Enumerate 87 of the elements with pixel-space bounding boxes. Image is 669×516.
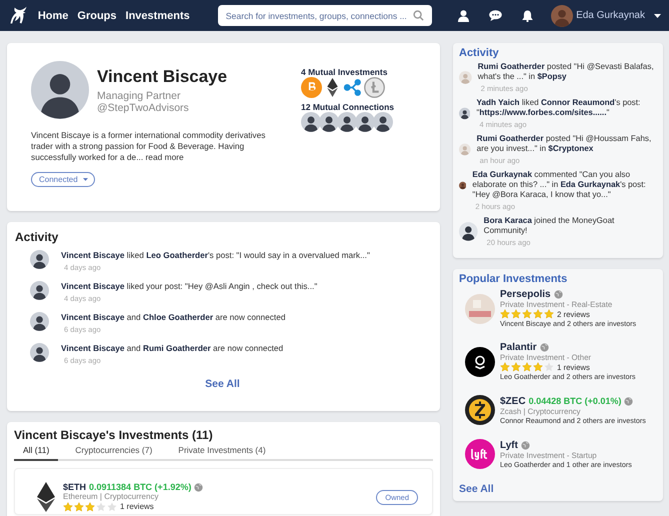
- activity-text: Eda Gurkaynak commented "Can you also elaborate on this? ..." in Eda Gurkaynak's post: "Hey @Bora Karaca, I know that yo...": [472, 170, 647, 200]
- caret-down-icon: [82, 178, 88, 181]
- star-icon: [500, 309, 510, 319]
- person-avatar: [30, 250, 49, 269]
- connection-avatar: [355, 112, 375, 132]
- notification-bell-icon[interactable]: [522, 10, 534, 22]
- star-icon: [74, 502, 84, 512]
- star-icon: [511, 309, 521, 319]
- star-icon: [544, 362, 554, 372]
- user-icon[interactable]: [458, 10, 470, 22]
- price-change: 0.04428 BTC (+0.01%): [528, 396, 622, 406]
- activity-text: Vincent Biscaye and Rumi Goatherder are now connected: [61, 343, 284, 354]
- profile-avatar: [31, 61, 89, 119]
- star-icon: [544, 309, 554, 319]
- star-icon: [533, 309, 543, 319]
- investment-category: Ethereum | Cryptocurrency: [63, 492, 160, 502]
- star-icon: [96, 502, 106, 512]
- activity-text: Vincent Biscaye liked Leo Goatherder's post: "I would say in a overvalued mark...": [61, 250, 370, 261]
- bitcoin-coin-icon: [301, 77, 322, 98]
- connection-avatar: [373, 112, 393, 132]
- see-all-link[interactable]: See All: [205, 378, 240, 390]
- read-more-link[interactable]: read more: [146, 152, 184, 162]
- connection-avatar: [319, 112, 339, 132]
- globe-icon: [540, 343, 549, 352]
- activity-text: Bora Karaca joined the MoneyGoat Community!: [484, 216, 616, 236]
- user-avatar: [551, 4, 574, 26]
- profile-name: Vincent Biscaye: [97, 66, 228, 86]
- review-count: 1 reviews: [120, 502, 154, 512]
- tab[interactable]: Cryptocurrencies (7): [66, 443, 162, 461]
- search-field[interactable]: Search for investments, groups, connections ...: [218, 5, 432, 26]
- star-icon: [533, 362, 543, 372]
- activity-text: Vincent Biscaye liked your post: "Hey @Asli Angin , check out this...": [61, 281, 318, 292]
- company-handle: @StepTwoAdvisors: [97, 102, 190, 114]
- star-icon: [522, 362, 532, 372]
- ethereum-diamond-icon: [37, 482, 55, 512]
- see-all-link[interactable]: See All: [459, 483, 494, 495]
- section-title: Popular Investments: [459, 273, 568, 285]
- activity-text: Yadh Yaich liked Connor Reaumond's post: "https://www.forbes.com/sites......": [476, 98, 642, 118]
- photo-placeholder: [465, 294, 495, 324]
- investment-name[interactable]: Persepolis: [500, 289, 551, 300]
- star-icon: [85, 502, 95, 512]
- profile-bio: Vincent Biscaye is a former international commodity derivatives trader with a strong passion for Food & Beverage. Having successfully worked for a de... read more: [31, 130, 266, 163]
- globe-icon: [520, 440, 530, 450]
- globe-icon: [624, 396, 634, 406]
- section-title: Activity: [15, 230, 60, 244]
- activity-text: Vincent Biscaye and Chloe Goatherder are now connected: [61, 312, 286, 323]
- section-title: Vincent Biscaye's Investments (11): [14, 428, 214, 442]
- caret-down-icon: [654, 14, 661, 18]
- person-avatar: [30, 343, 49, 362]
- tab[interactable]: All (11): [14, 443, 58, 461]
- person-avatar: [459, 222, 478, 241]
- mutual-investments-title: 4 Mutual Investments: [301, 67, 388, 77]
- star-icon: [107, 502, 117, 512]
- job-title: Managing Partner: [97, 90, 182, 102]
- mutual-connections-title: 12 Mutual Connections: [301, 102, 394, 112]
- person-avatar: [459, 68, 472, 87]
- nav-link[interactable]: Home: [38, 10, 68, 22]
- search-icon[interactable]: [413, 10, 424, 21]
- globe-icon: [194, 482, 204, 492]
- globe-icon: [554, 290, 563, 299]
- star-icon: [63, 502, 73, 512]
- tab[interactable]: Private Investments (4): [169, 443, 275, 461]
- investment-name[interactable]: Palantir: [500, 342, 537, 353]
- person-avatar: [30, 312, 49, 331]
- person-avatar: [30, 281, 49, 300]
- lyft-logo-icon: [465, 439, 495, 469]
- price-change: 0.0911384 BTC (+1.92%): [89, 482, 192, 492]
- activity-text: Rumi Goatherder posted "Hi @Houssam Fahs, are you invest..." in $Cryptonex: [476, 134, 652, 154]
- litecoin-coin-icon: [364, 77, 385, 98]
- user-menu[interactable]: Eda Gurkaynak: [551, 4, 661, 26]
- connection-avatar: [301, 112, 321, 132]
- star-icon: [522, 309, 532, 319]
- star-icon: [500, 362, 510, 372]
- connected-button[interactable]: Connected: [31, 172, 95, 187]
- connection-avatar: [337, 112, 357, 132]
- zcash-coin-icon: [465, 395, 495, 425]
- ticker-symbol[interactable]: $ZEC: [500, 396, 526, 406]
- chat-icon[interactable]: [489, 10, 502, 21]
- nav-link[interactable]: Groups: [77, 10, 117, 22]
- star-icon: [511, 362, 521, 372]
- section-title: Activity: [459, 47, 500, 59]
- ring-logo-icon: [465, 346, 495, 376]
- nav-link[interactable]: Investments: [126, 10, 190, 22]
- investment-name[interactable]: Lyft: [500, 440, 518, 450]
- ticker-symbol: $ETH: [63, 482, 86, 492]
- activity-text: Rumi Goatherder posted "Hi @Sevasti Balafas, what's the ..." in $Popsy: [478, 62, 655, 82]
- ripple-nodes-icon: [343, 77, 364, 98]
